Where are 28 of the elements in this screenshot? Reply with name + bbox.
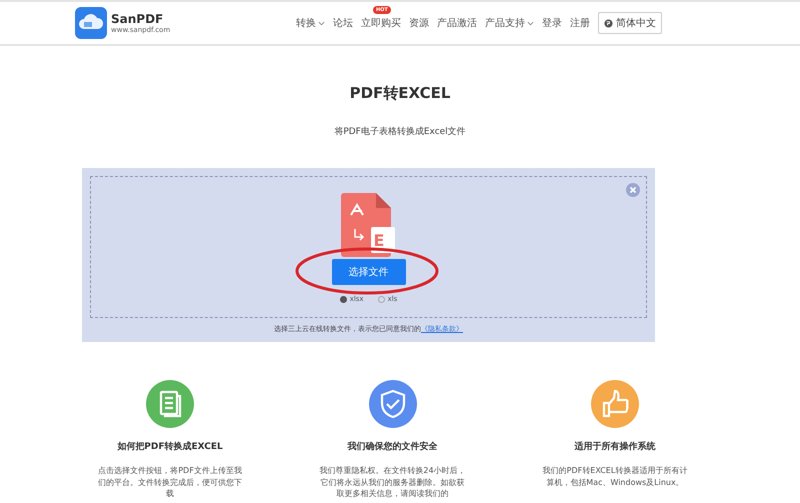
- page-title: PDF转EXCEL: [348, 84, 452, 103]
- nav-link[interactable]: 注册: [570, 16, 590, 30]
- globe-icon: [604, 18, 613, 28]
- language-button[interactable]: 简体中文: [598, 12, 662, 34]
- choose-file-button[interactable]: 选择文件: [332, 259, 406, 285]
- caret-icon: [318, 20, 325, 26]
- nav-link[interactable]: 转换: [296, 16, 325, 30]
- excel-letter: E: [374, 231, 384, 250]
- shield-badge-icon: [368, 380, 416, 428]
- nav-link[interactable]: 产品支持: [485, 16, 534, 30]
- nav-link[interactable]: 资源: [409, 16, 429, 30]
- feature-title: 如何把PDF转换成EXCEL: [117, 440, 223, 453]
- feature-text: 点击选择文件按钮，将PDF文件上传至我们的平台。文件转换完成后，便可供您下载: [97, 465, 243, 500]
- nav-link[interactable]: 论坛: [333, 16, 353, 30]
- feature-text: 我们的PDF转EXCEL转换器适用于所有计算机，包括Mac、Windows及Linux。: [542, 465, 688, 488]
- feature-title: 适用于所有操作系统: [574, 440, 656, 453]
- thumb-badge-icon: [591, 380, 639, 428]
- page-subtitle: 将PDF电子表格转换成Excel文件: [333, 126, 467, 138]
- caret-icon: [527, 20, 534, 26]
- feature-title: 我们确保您的文件安全: [348, 440, 438, 453]
- document-badge-icon: [146, 380, 194, 428]
- nav-link[interactable]: 登录: [542, 16, 562, 30]
- close-icon[interactable]: [626, 183, 640, 197]
- pdf-to-excel-icon: [340, 193, 396, 257]
- brand-name: SanPDF: [111, 12, 164, 26]
- feature-text: 我们尊重隐私权。在文件转换24小时后，它们将永远从我们的服务器删除。如欲获取更多相关信息，请阅读我们的: [318, 465, 467, 500]
- cloud-logo-icon: [75, 7, 107, 39]
- nav-link[interactable]: 产品激活: [437, 16, 477, 30]
